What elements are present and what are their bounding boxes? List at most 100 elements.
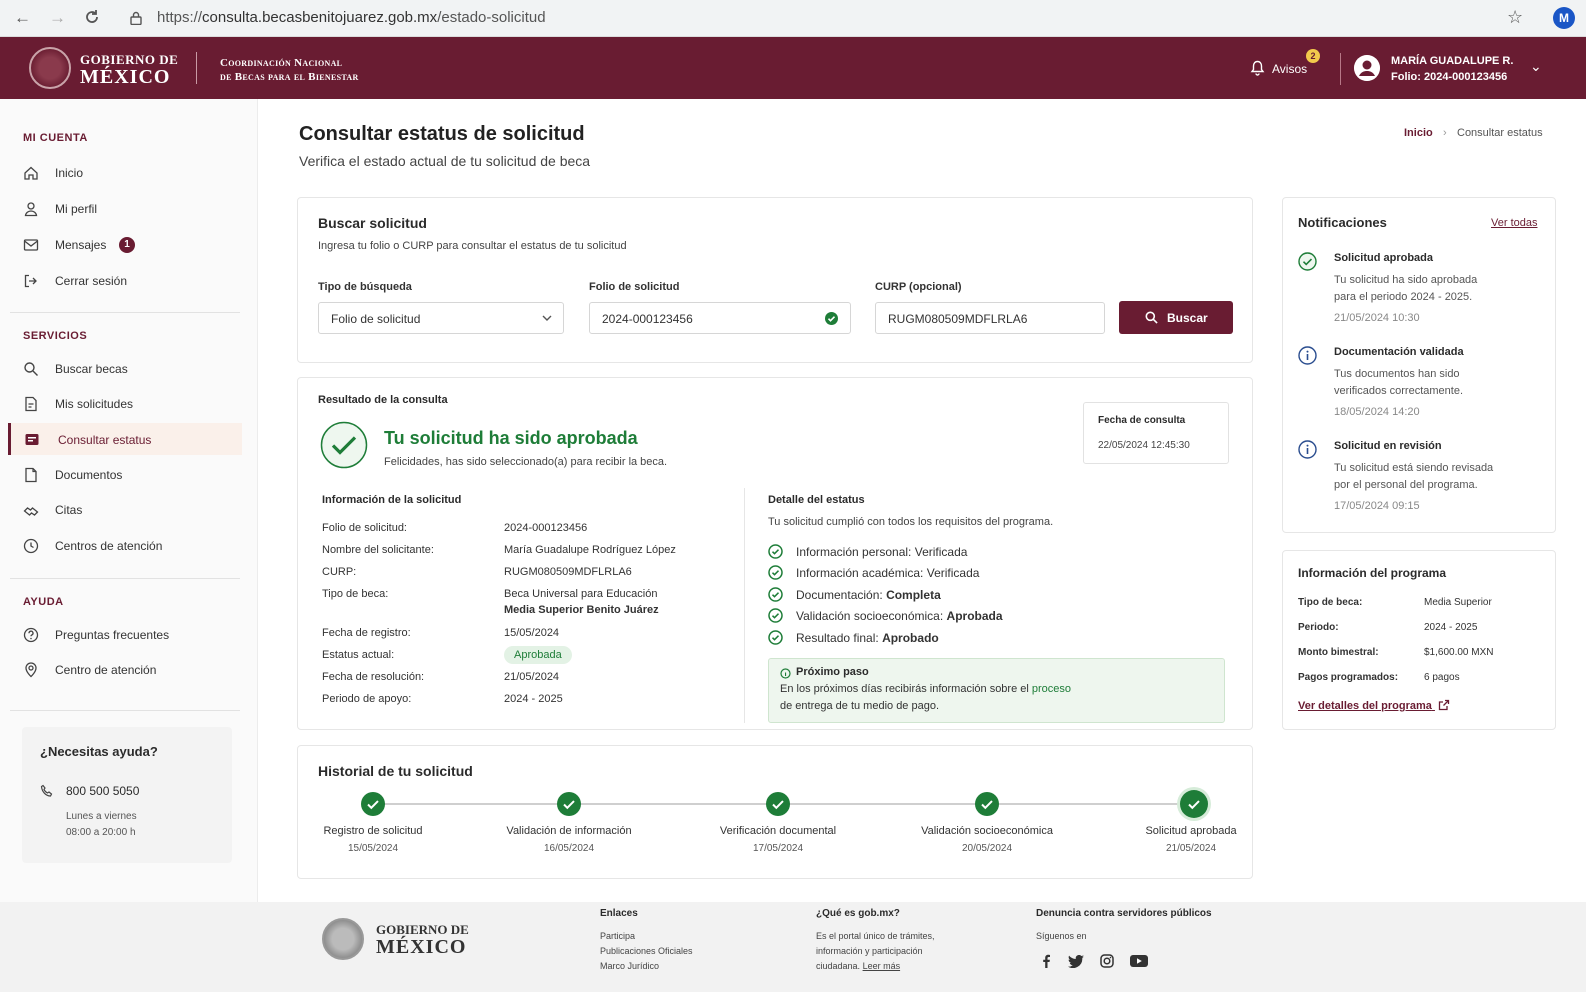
chevron-down-icon[interactable]: ⌄ xyxy=(1530,58,1542,75)
buscar-button[interactable]: Buscar xyxy=(1119,301,1233,334)
notification-text: verificados correctamente. xyxy=(1334,385,1463,397)
program-value: 6 pagos xyxy=(1424,672,1460,683)
search-icon xyxy=(24,362,38,376)
sidebar-item-inicio[interactable]: Inicio xyxy=(23,161,243,185)
bell-icon[interactable] xyxy=(1250,60,1265,76)
twitter-icon[interactable] xyxy=(1068,955,1084,968)
search-type-select[interactable]: Folio de solicitud xyxy=(318,302,564,334)
sidebar-item-buscar-becas[interactable]: Buscar becas xyxy=(23,357,243,381)
check-line: Validación socioeconómica: Aprobada xyxy=(796,609,1003,623)
bookmark-star-icon[interactable]: ☆ xyxy=(1507,7,1523,28)
notification-title: Solicitud en revisión xyxy=(1334,440,1442,452)
footer-enlaces-title: Enlaces xyxy=(600,908,638,919)
program-key: Tipo de beca: xyxy=(1298,597,1363,608)
instagram-icon[interactable] xyxy=(1100,954,1114,968)
browser-toolbar: ← → https://consulta.becasbenitojuarez.g… xyxy=(0,0,1586,37)
header-divider-2 xyxy=(1340,53,1341,85)
youtube-icon[interactable] xyxy=(1130,955,1148,967)
check-icon xyxy=(367,800,379,810)
user-icon xyxy=(24,202,38,217)
info-key: Nombre del solicitante: xyxy=(322,544,434,556)
footer-link-participa[interactable]: Participa xyxy=(600,931,635,941)
info-value: Beca Universal para Educación xyxy=(504,588,658,600)
footer-que-text: ciudadana. Leer más xyxy=(816,961,901,971)
timeline-node-current xyxy=(1180,790,1208,818)
avisos-link[interactable]: Avisos xyxy=(1272,62,1307,76)
history-title: Historial de tu solicitud xyxy=(318,763,473,779)
result-message: Felicidades, has sido seleccionado(a) pa… xyxy=(384,456,668,468)
forward-icon[interactable]: → xyxy=(49,8,66,28)
help-phone[interactable]: 800 500 5050 xyxy=(66,784,139,798)
sidebar-item-preguntas-frecuentes[interactable]: Preguntas frecuentes xyxy=(23,623,243,647)
sidebar-divider xyxy=(10,578,240,579)
info-icon xyxy=(1298,346,1317,365)
user-avatar-icon[interactable] xyxy=(1354,55,1380,81)
sidebar-item-citas[interactable]: Citas xyxy=(23,498,243,522)
sidebar-item-consultar-estatus[interactable]: Consultar estatus xyxy=(8,423,242,455)
timeline-date: 15/05/2024 xyxy=(347,843,399,854)
mexico-seal-logo xyxy=(29,47,71,89)
info-title: Información de la solicitud xyxy=(322,494,462,506)
detail-desc: Tu solicitud cumplió con todos los requi… xyxy=(768,516,1054,528)
footer: GOBIERNO DE MÉXICO Enlaces Participa Pub… xyxy=(0,902,1586,992)
program-key: Monto bimestral: xyxy=(1298,647,1379,658)
back-icon[interactable]: ← xyxy=(14,8,31,28)
search-title: Buscar solicitud xyxy=(318,215,427,231)
detail-title: Detalle del estatus xyxy=(768,494,865,506)
help-hours: 08:00 a 20:00 h xyxy=(66,827,136,838)
notification-text: Tu solicitud ha sido aprobada xyxy=(1334,274,1478,286)
user-name[interactable]: MARÍA GUADALUPE R. xyxy=(1391,55,1513,67)
sidebar-item-centro-atencion[interactable]: Centro de atención xyxy=(23,658,243,682)
sidebar-item-documentos[interactable]: Documentos xyxy=(23,463,243,487)
timeline-node xyxy=(975,792,999,816)
result-divider xyxy=(744,488,745,723)
footer-que-text: Es el portal único de trámites, xyxy=(816,931,935,941)
sidebar-item-mensajes[interactable]: Mensajes 1 xyxy=(23,233,243,257)
footer-que-title: ¿Qué es gob.mx? xyxy=(816,908,900,919)
ver-todas-link[interactable]: Ver todas xyxy=(1491,217,1537,229)
chevron-down-icon xyxy=(542,315,552,321)
sidebar-divider xyxy=(10,710,240,711)
info-value: 15/05/2024 xyxy=(504,627,560,639)
folio-input[interactable]: 2024-000123456 xyxy=(589,302,851,334)
footer-link-publicaciones[interactable]: Publicaciones Oficiales xyxy=(600,946,693,956)
facebook-icon[interactable] xyxy=(1040,954,1052,968)
coordinacion-title: Coordinación Nacional de Becas para el Bi… xyxy=(220,57,359,83)
sidebar-section-ayuda: AYUDA xyxy=(23,596,64,608)
question-icon xyxy=(23,627,39,643)
ver-detalles-programa-link[interactable]: Ver detalles del programa xyxy=(1298,699,1450,712)
breadcrumb-separator: › xyxy=(1443,127,1447,139)
leer-mas-link[interactable]: Leer más xyxy=(863,961,901,971)
notification-text: Tus documentos han sido xyxy=(1334,368,1460,380)
footer-denuncia-title[interactable]: Denuncia contra servidores públicos xyxy=(1036,908,1212,919)
timeline-label: Registro de solicitud xyxy=(323,825,423,837)
next-step-title: Próximo paso xyxy=(796,666,869,678)
browser-profile-avatar[interactable]: M xyxy=(1553,7,1575,29)
address-bar[interactable]: https://consulta.becasbenitojuarez.gob.m… xyxy=(157,9,546,26)
check-line: Resultado final: Aprobado xyxy=(796,631,939,645)
breadcrumb-inicio[interactable]: Inicio xyxy=(1404,127,1433,139)
page-subtitle: Verifica el estado actual de tu solicitu… xyxy=(299,153,591,169)
check-circle-icon xyxy=(768,587,783,602)
document-icon xyxy=(25,396,37,412)
program-key: Periodo: xyxy=(1298,622,1339,633)
info-key: Tipo de beca: xyxy=(322,588,389,600)
breadcrumb-current: Consultar estatus xyxy=(1457,127,1543,139)
sidebar-item-mi-perfil[interactable]: Mi perfil xyxy=(23,197,243,221)
info-value: María Guadalupe Rodríguez López xyxy=(504,544,676,556)
curp-label: CURP (opcional) xyxy=(875,281,962,293)
notification-date: 18/05/2024 14:20 xyxy=(1334,406,1420,418)
curp-input[interactable]: RUGM080509MDFLRLA6 xyxy=(875,302,1105,334)
info-key: CURP: xyxy=(322,566,357,578)
program-title: Información del programa xyxy=(1298,566,1447,580)
handshake-icon xyxy=(23,507,39,516)
sidebar-item-mis-solicitudes[interactable]: Mis solicitudes xyxy=(23,392,243,416)
notification-date: 17/05/2024 09:15 xyxy=(1334,500,1420,512)
sidebar-item-cerrar-sesion[interactable]: Cerrar sesión xyxy=(23,269,243,293)
proceso-link[interactable]: proceso xyxy=(1032,683,1071,695)
status-icon xyxy=(25,434,39,445)
sidebar-item-centros-atencion[interactable]: Centros de atención xyxy=(23,534,243,558)
footer-link-marco-juridico[interactable]: Marco Jurídico xyxy=(600,961,659,971)
timeline-node xyxy=(361,792,385,816)
reload-icon[interactable] xyxy=(84,9,100,25)
